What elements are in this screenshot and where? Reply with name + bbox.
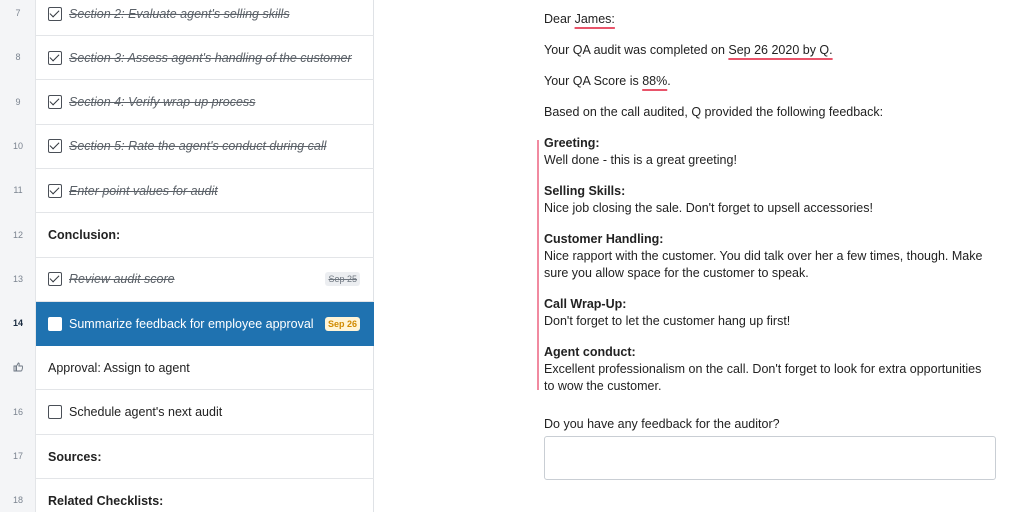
checklist-task[interactable]: Review audit score Sep 25 [36, 258, 374, 302]
checklist-task[interactable]: Schedule agent's next audit [36, 391, 374, 435]
checklist-task[interactable]: Section 3: Assess agent's handling of th… [36, 36, 374, 81]
thumbs-up-icon [0, 362, 36, 374]
checklist-task-list: Section 2: Evaluate agent's selling skil… [36, 0, 374, 512]
task-checkbox[interactable] [48, 183, 62, 198]
feedback-title: Greeting: [544, 136, 600, 150]
checklist-task[interactable]: Enter point values for audit [36, 169, 374, 214]
qa-score: 88% [642, 74, 668, 88]
checklist-heading[interactable]: Sources: [36, 435, 374, 479]
step-number: 17 [12, 451, 23, 461]
feedback-text: Excellent professionalism on the call. D… [544, 362, 982, 393]
feedback-customer-handling: Customer Handling: Nice rapport with the… [544, 231, 994, 282]
task-label: Section 5: Rate the agent's conduct duri… [69, 139, 327, 154]
step-number: 10 [12, 140, 23, 151]
checklist-task[interactable]: Section 5: Rate the agent's conduct duri… [36, 125, 374, 169]
checklist-heading[interactable]: Related Checklists: [36, 479, 374, 512]
score-line: Your QA Score is 88%. [544, 73, 671, 90]
step-number: 8 [15, 52, 21, 63]
feedback-title: Selling Skills: [544, 184, 626, 198]
feedback-intro: Based on the call audited, Q provided th… [544, 105, 884, 119]
step-number: 14 [12, 318, 23, 329]
task-label: Section 4: Verify wrap-up process [69, 95, 256, 110]
task-label: Section 3: Assess agent's handling of th… [69, 50, 352, 65]
feedback-greeting: Greeting: Well done - this is a great gr… [544, 135, 994, 169]
step-number-gutter: 7 8 9 10 11 12 13 14 16 17 18 [0, 0, 36, 512]
checklist-heading[interactable]: Conclusion: [36, 214, 374, 258]
checklist-task[interactable]: Section 4: Verify wrap-up process [36, 81, 374, 125]
step-number: 16 [12, 406, 23, 417]
task-label: Approval: Assign to agent [48, 360, 190, 375]
feedback-call-wrap-up: Call Wrap-Up: Don't forget to let the cu… [544, 296, 994, 330]
task-label: Related Checklists: [48, 493, 164, 508]
step-number: 9 [15, 96, 21, 107]
task-label: Review audit score [69, 272, 175, 287]
score-suffix: . [667, 74, 671, 88]
feedback-text: Well done - this is a great greeting! [544, 153, 737, 167]
step-number: 12 [12, 229, 23, 240]
step-number: 11 [13, 185, 23, 196]
due-date-badge: Sep 26 [324, 316, 360, 331]
completed-date: Sep 26 2020 by Q. [728, 43, 833, 57]
checklist-task[interactable]: Summarize feedback for employee approval… [36, 302, 374, 347]
step-number: 13 [12, 273, 23, 284]
auditor-feedback-input[interactable] [544, 436, 996, 480]
feedback-selling-skills: Selling Skills: Nice job closing the sal… [544, 183, 994, 217]
feedback-text: Don't forget to let the customer hang up… [544, 314, 791, 328]
auditor-feedback-question: Do you have any feedback for the auditor… [544, 417, 780, 431]
feedback-agent-conduct: Agent conduct: Excellent professionalism… [544, 344, 994, 395]
greeting-prefix: Dear [544, 12, 575, 26]
checklist-task[interactable]: Section 2: Evaluate agent's selling skil… [36, 0, 374, 36]
task-checkbox[interactable] [48, 95, 62, 110]
step-number: 18 [12, 495, 23, 506]
task-label: Sources: [48, 449, 102, 464]
due-date-badge: Sep 25 [325, 272, 360, 287]
greeting-line: Dear James: [544, 11, 615, 28]
task-checkbox[interactable] [48, 6, 62, 21]
task-checkbox[interactable] [48, 272, 62, 287]
step-number: 7 [15, 8, 21, 18]
feedback-title: Customer Handling: [544, 232, 664, 246]
checklist-task[interactable]: Approval: Assign to agent [36, 346, 374, 391]
completed-line: Your QA audit was completed on Sep 26 20… [544, 42, 833, 59]
task-label: Section 2: Evaluate agent's selling skil… [69, 6, 290, 21]
completed-prefix: Your QA audit was completed on [544, 43, 729, 57]
feedback-quote-bar [537, 140, 539, 390]
employee-name: James: [574, 12, 615, 26]
task-checkbox[interactable] [48, 139, 62, 154]
task-label: Schedule agent's next audit [69, 405, 223, 420]
task-checkbox[interactable] [48, 50, 62, 65]
task-label: Conclusion: [48, 228, 121, 242]
feedback-text: Nice job closing the sale. Don't forget … [544, 201, 873, 215]
task-checkbox[interactable] [48, 405, 62, 420]
feedback-title: Agent conduct: [544, 345, 636, 359]
task-checkbox[interactable] [48, 316, 62, 331]
score-prefix: Your QA Score is [544, 74, 643, 88]
task-label: Enter point values for audit [69, 183, 218, 198]
feedback-title: Call Wrap-Up: [544, 297, 627, 311]
task-label: Summarize feedback for employee approval [69, 316, 314, 331]
feedback-text: Nice rapport with the customer. You did … [544, 249, 983, 280]
